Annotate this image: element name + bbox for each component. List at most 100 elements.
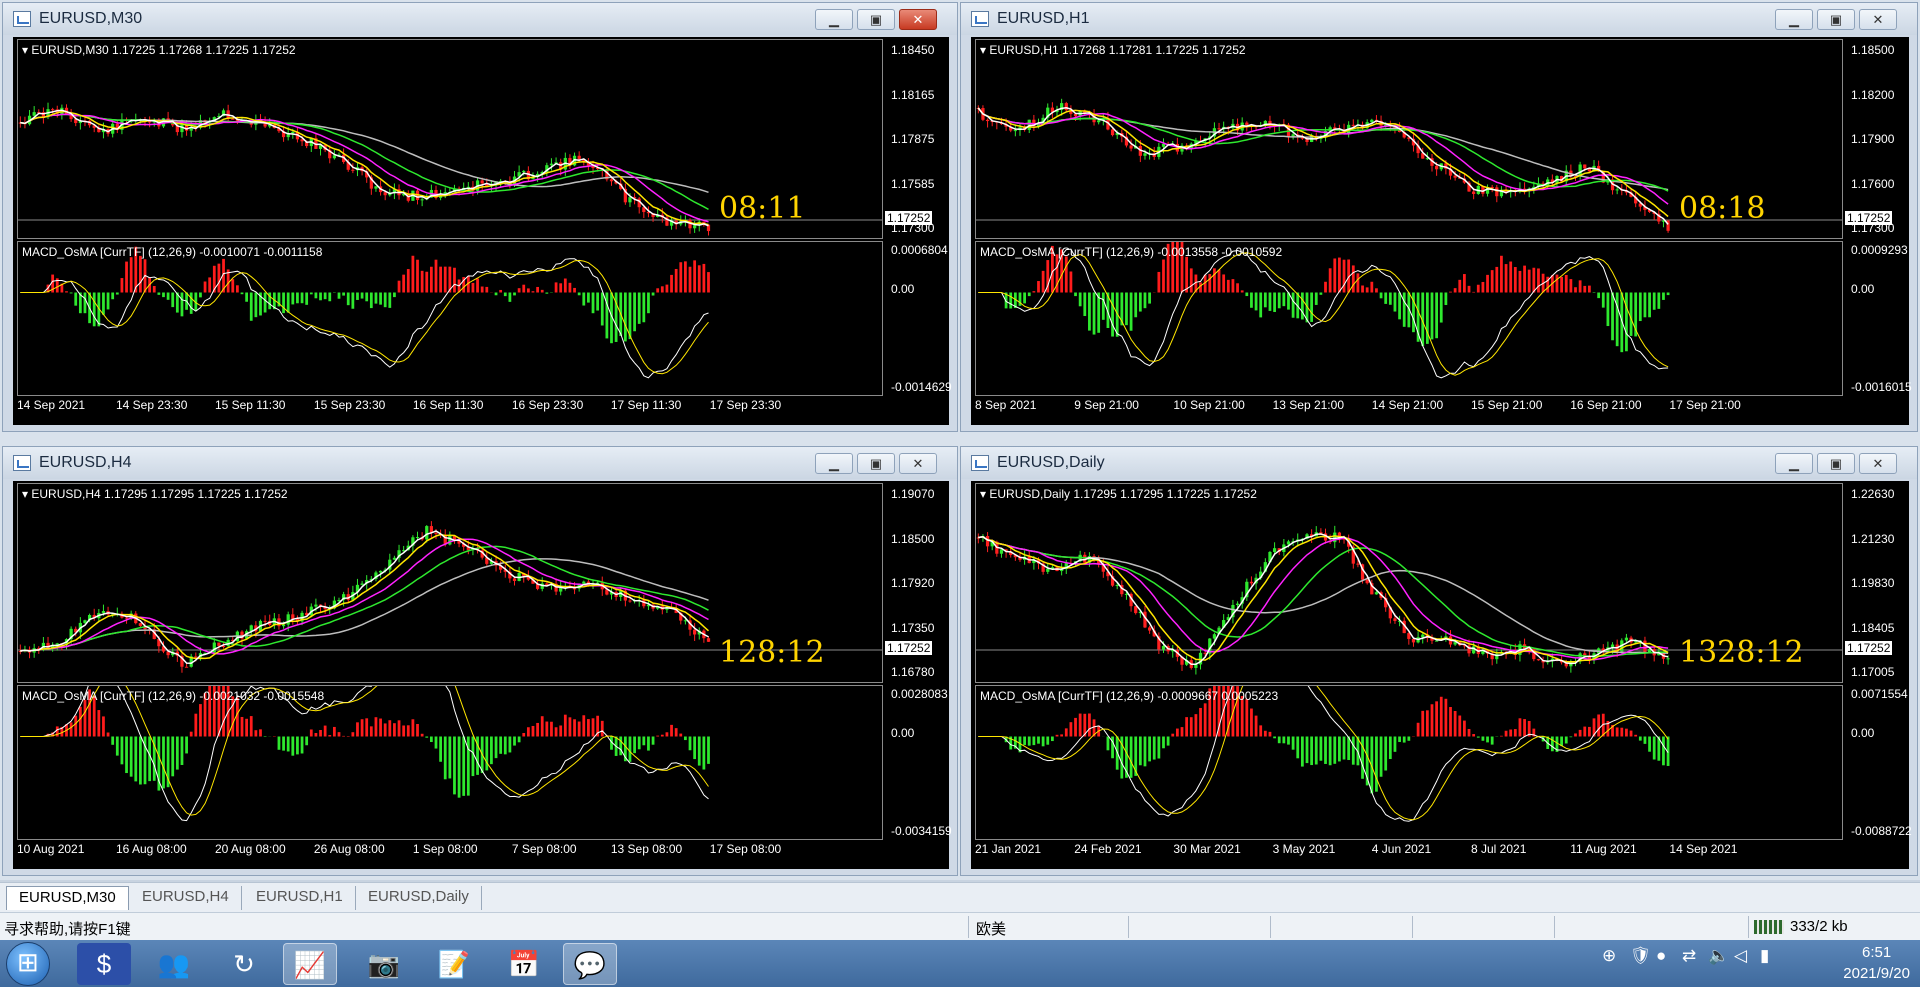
osma-histogram-bar: [1268, 292, 1272, 311]
osma-histogram-bar: [536, 722, 539, 737]
price-axis[interactable]: 1.18450 1.18165 1.17875 1.17585 1.17300 1.172…: [883, 39, 949, 239]
metatrader-icon[interactable]: 📈: [283, 943, 337, 985]
osma-histogram-bar: [587, 719, 590, 737]
osma-histogram-bar: [1138, 736, 1142, 766]
osma-histogram-bar: [1125, 292, 1128, 326]
taskbar-clock[interactable]: 6:51 2021/9/20: [1843, 942, 1910, 984]
bar-timer: 128:12: [719, 635, 825, 670]
osma-histogram-bar: [600, 292, 604, 326]
osma-histogram-bar: [439, 266, 442, 293]
price-axis[interactable]: 1.22630 1.21230 1.19830 1.18405 1.17005 1.172…: [1843, 483, 1909, 683]
target-tray-icon[interactable]: ⊕: [1602, 946, 1616, 966]
tab-eurusd-m30[interactable]: EURUSD,M30: [6, 886, 129, 910]
calendar-icon[interactable]: 📅: [497, 943, 551, 985]
osma-histogram-bar: [522, 732, 526, 737]
speaker-tray-icon[interactable]: 🔈: [1708, 946, 1729, 966]
close-button[interactable]: ✕: [899, 453, 937, 474]
status-profile[interactable]: 欧美: [976, 918, 1006, 939]
chart-window-daily[interactable]: EURUSD,Daily ▁ ▣ ✕ ▾ EURUSD,Daily 1.1729…: [960, 446, 1918, 876]
osma-histogram-bar: [102, 716, 105, 737]
tab-eurusd-h1[interactable]: EURUSD,H1: [244, 886, 356, 910]
chart-window-h1[interactable]: EURUSD,H1 ▁ ▣ ✕ ▾ EURUSD,H1 1.17268 1.17…: [960, 2, 1918, 432]
osma-histogram-bar: [1402, 736, 1406, 743]
window-titlebar[interactable]: EURUSD,M30 ▁ ▣ ✕: [3, 3, 957, 35]
osma-histogram-bar: [1259, 725, 1263, 737]
time-axis[interactable]: 10 Aug 2021 16 Aug 08:00 20 Aug 08:00 26 Au…: [17, 842, 883, 862]
minimize-button[interactable]: ▁: [1775, 453, 1813, 474]
volume-tray-icon[interactable]: ◁: [1734, 946, 1747, 966]
chart-area[interactable]: ▾ EURUSD,H1 1.17268 1.17281 1.17225 1.17…: [971, 37, 1912, 425]
osma-histogram-bar: [1648, 736, 1651, 752]
chart-area[interactable]: ▾ EURUSD,H4 1.17295 1.17295 1.17225 1.17…: [13, 481, 952, 869]
network-tray-icon[interactable]: ⇄: [1682, 946, 1696, 966]
osma-histogram-bar: [1328, 268, 1332, 293]
macd-axis[interactable]: 0.0009293 0.00 -0.0016015: [1843, 241, 1912, 396]
osma-histogram-bar: [1629, 730, 1633, 737]
restore-button[interactable]: ▣: [857, 453, 895, 474]
restore-button[interactable]: ▣: [857, 9, 895, 30]
orange-refresh-icon[interactable]: ↻: [217, 943, 271, 985]
signal-tray-icon[interactable]: ▮: [1760, 946, 1769, 966]
osma-histogram-bar: [69, 722, 73, 737]
chart-window-m30[interactable]: EURUSD,M30 ▁ ▣ ✕ ▾ EURUSD,M30 1.17225 1.…: [2, 2, 958, 432]
macd-pane[interactable]: MACD_OsMA [CurrTF] (12,26,9) -0.0009667 …: [975, 685, 1843, 840]
window-titlebar[interactable]: EURUSD,H4 ▁ ▣ ✕: [3, 447, 957, 479]
camera-icon[interactable]: 📷: [357, 943, 411, 985]
network-users-icon[interactable]: 👥: [147, 943, 201, 985]
chart-window-h4[interactable]: EURUSD,H4 ▁ ▣ ✕ ▾ EURUSD,H4 1.17295 1.17…: [2, 446, 958, 876]
osma-histogram-bar: [513, 292, 516, 296]
candle-body: [434, 532, 438, 534]
chart-window-icon: [971, 11, 989, 27]
macd-pane[interactable]: MACD_OsMA [CurrTF] (12,26,9) -0.0021032 …: [17, 685, 883, 840]
time-tick-label: 1 Sep 08:00: [412, 842, 478, 856]
osma-histogram-bar: [462, 736, 466, 796]
restore-button[interactable]: ▣: [1817, 9, 1855, 30]
time-axis[interactable]: 14 Sep 2021 14 Sep 23:30 15 Sep 11:30 15 Se…: [17, 398, 883, 418]
osma-histogram-bar: [111, 736, 115, 745]
price-axis[interactable]: 1.18500 1.18200 1.17900 1.17600 1.17300 1.172…: [1843, 39, 1909, 239]
dollar-app-icon[interactable]: $: [77, 943, 131, 985]
osma-histogram-bar: [476, 278, 479, 293]
osma-histogram-bar: [1277, 292, 1281, 309]
time-axis[interactable]: 8 Sep 2021 9 Sep 21:00 10 Sep 21:00 13 Sep …: [975, 398, 1843, 418]
minimize-button[interactable]: ▁: [1775, 9, 1813, 30]
close-button[interactable]: ✕: [899, 9, 937, 30]
window-titlebar[interactable]: EURUSD,Daily ▁ ▣ ✕: [961, 447, 1917, 479]
macd-pane[interactable]: MACD_OsMA [CurrTF] (12,26,9) -0.0013558 …: [975, 241, 1843, 396]
close-button[interactable]: ✕: [1859, 9, 1897, 30]
macd-axis[interactable]: 0.0028083 0.00 -0.0034159: [883, 685, 952, 840]
chart-area[interactable]: ▾ EURUSD,Daily 1.17295 1.17295 1.17225 1…: [971, 481, 1912, 869]
window-titlebar[interactable]: EURUSD,H1 ▁ ▣ ✕: [961, 3, 1917, 35]
osma-histogram-bar: [328, 292, 332, 302]
restore-button[interactable]: ▣: [1817, 453, 1855, 474]
shield-tray-icon[interactable]: 🛡: [1630, 946, 1652, 966]
macd-pane[interactable]: MACD_OsMA [CurrTF] (12,26,9) -0.0010071 …: [17, 241, 883, 396]
osma-histogram-bar: [554, 282, 558, 293]
macd-axis[interactable]: 0.0006804 0.00 -0.0014629: [883, 241, 952, 396]
osma-histogram-bar: [554, 727, 558, 737]
macd-signal-line: [978, 252, 1669, 376]
osma-histogram-bar: [517, 288, 521, 293]
minimize-button[interactable]: ▁: [815, 453, 853, 474]
wechat-icon[interactable]: 💬: [563, 943, 617, 985]
osma-histogram-bar: [1282, 292, 1286, 307]
chart-area[interactable]: ▾ EURUSD,M30 1.17225 1.17268 1.17225 1.1…: [13, 37, 952, 425]
status-help-text: 寻求帮助,请按F1键: [4, 921, 131, 938]
price-tick-label: 1.17005: [1851, 665, 1895, 679]
osma-histogram-bar: [1467, 728, 1471, 737]
tab-eurusd-h4[interactable]: EURUSD,H4: [130, 886, 242, 910]
osma-histogram-bar: [577, 292, 581, 296]
macd-axis[interactable]: 0.0071554 0.00 -0.0088722: [1843, 685, 1912, 840]
start-button[interactable]: [6, 942, 50, 986]
notepad-icon[interactable]: 📝: [427, 943, 481, 985]
minimize-button[interactable]: ▁: [815, 9, 853, 30]
osma-histogram-bar: [1574, 733, 1577, 737]
time-axis[interactable]: 21 Jan 2021 24 Feb 2021 30 Mar 2021 3 May 2…: [975, 842, 1843, 862]
macd-plot: [20, 246, 710, 379]
tab-eurusd-daily[interactable]: EURUSD,Daily: [356, 886, 482, 910]
close-button[interactable]: ✕: [1859, 453, 1897, 474]
osma-histogram-bar: [402, 725, 406, 737]
osma-histogram-bar: [374, 292, 378, 304]
price-axis[interactable]: 1.19070 1.18500 1.17920 1.17350 1.16780 1.172…: [883, 483, 949, 683]
wechat-tray-icon[interactable]: ●: [1656, 946, 1666, 966]
